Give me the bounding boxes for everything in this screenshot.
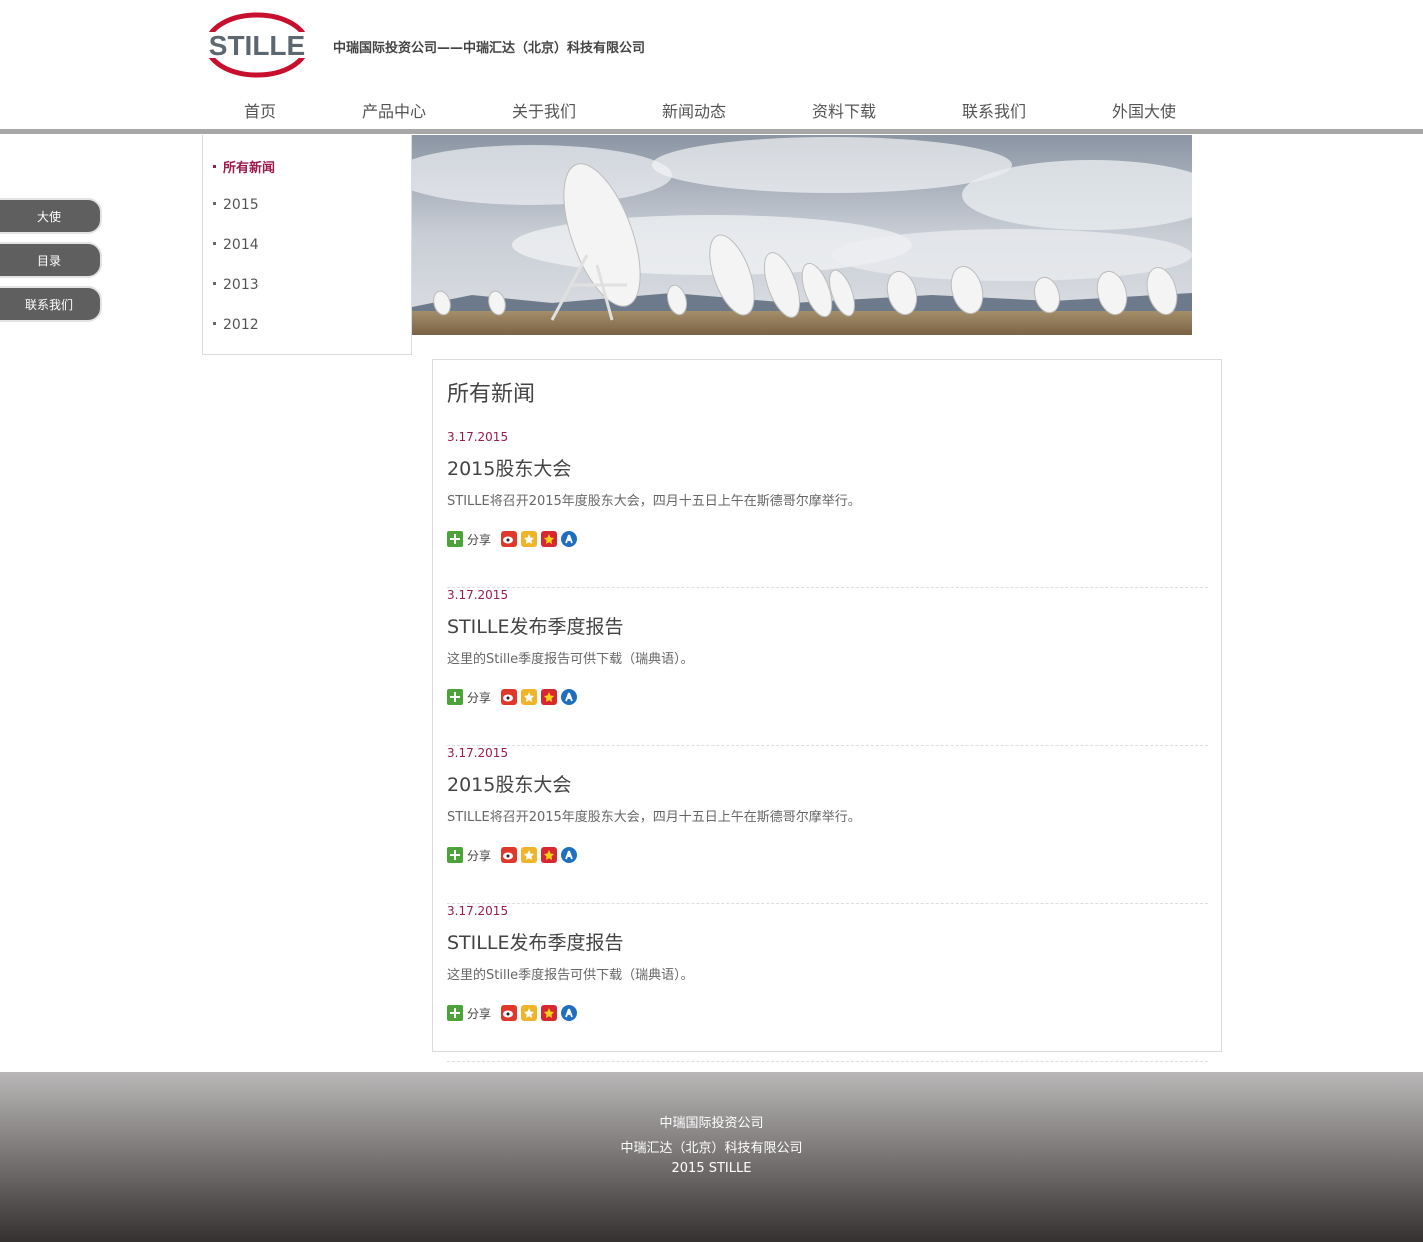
footer-company-1: 中瑞国际投资公司 [659, 1116, 764, 1131]
qzone-icon[interactable] [521, 689, 538, 705]
nav-contact[interactable]: 联系我们 [962, 98, 1026, 122]
category-label: 2012 [223, 317, 259, 333]
share-bar: 分享 [447, 688, 581, 706]
news-summary: STILLE将召开2015年度股东大会，四月十五日上午在斯德哥尔摩举行。 [447, 494, 861, 509]
category-2015[interactable]: 2015 [213, 197, 259, 213]
news-date: 3.17.2015 [447, 746, 509, 760]
news-summary: 这里的Stille季度报告可供下载（瑞典语）。 [447, 652, 694, 667]
share-label[interactable]: 分享 [467, 531, 491, 548]
share-bar: 分享 [447, 1004, 581, 1022]
news-item: 3.17.2015 STILLE发布季度报告 这里的Stille季度报告可供下载… [447, 904, 1208, 1062]
weibo-icon[interactable] [501, 531, 518, 547]
category-label: 2013 [223, 277, 259, 293]
category-all-news[interactable]: 所有新闻 [213, 157, 275, 176]
nav-home[interactable]: 首页 [244, 98, 276, 122]
news-item: 3.17.2015 STILLE发布季度报告 这里的Stille季度报告可供下载… [447, 588, 1208, 746]
category-2012[interactable]: 2012 [213, 317, 259, 333]
main-nav: 首页 产品中心 关于我们 新闻动态 资料下载 联系我们 外国大使 [0, 98, 1423, 122]
qzone-icon[interactable] [521, 847, 538, 863]
bullet-icon [213, 281, 216, 285]
footer: 中瑞国际投资公司 中瑞汇达（北京）科技有限公司 2015 STILLE [0, 1072, 1423, 1242]
logo-text: STILLE [209, 30, 305, 61]
news-item: 3.17.2015 2015股东大会 STILLE将召开2015年度股东大会，四… [447, 746, 1208, 904]
share-bar: 分享 [447, 530, 581, 548]
category-label: 所有新闻 [223, 161, 276, 176]
news-category-menu: 所有新闻 2015 2014 2013 2012 [202, 135, 412, 355]
category-label: 2015 [223, 197, 259, 213]
news-date: 3.17.2015 [447, 430, 509, 444]
category-2013[interactable]: 2013 [213, 277, 259, 293]
share-plus-icon[interactable] [447, 531, 463, 547]
nav-products[interactable]: 产品中心 [362, 98, 426, 122]
news-heading-link[interactable]: STILLE发布季度报告 [447, 612, 623, 639]
tencent-weibo-icon[interactable] [541, 1005, 558, 1021]
qzone-icon[interactable] [521, 1005, 538, 1021]
footer-copyright: 2015 STILLE [671, 1161, 752, 1176]
nav-ambassador[interactable]: 外国大使 [1112, 98, 1176, 122]
side-button-label: 目录 [36, 253, 61, 268]
bullet-icon [213, 241, 216, 245]
nav-downloads[interactable]: 资料下载 [812, 98, 876, 122]
news-date: 3.17.2015 [447, 588, 509, 602]
news-heading-link[interactable]: 2015股东大会 [447, 770, 571, 797]
renren-icon[interactable] [561, 847, 578, 863]
category-2014[interactable]: 2014 [213, 237, 259, 253]
footer-company-2: 中瑞汇达（北京）科技有限公司 [620, 1141, 803, 1156]
news-item: 3.17.2015 2015股东大会 STILLE将召开2015年度股东大会，四… [447, 430, 1208, 588]
tencent-weibo-icon[interactable] [541, 847, 558, 863]
tencent-weibo-icon[interactable] [541, 689, 558, 705]
header: STILLE 中瑞国际投资公司——中瑞汇达（北京）科技有限公司 首页 产品中心 … [0, 0, 1423, 135]
nav-about[interactable]: 关于我们 [512, 98, 576, 122]
share-plus-icon[interactable] [447, 689, 463, 705]
side-button-label: 大使 [36, 209, 61, 224]
renren-icon[interactable] [561, 1005, 578, 1021]
news-heading-link[interactable]: STILLE发布季度报告 [447, 928, 623, 955]
nav-divider [0, 129, 1423, 134]
share-plus-icon[interactable] [447, 1005, 463, 1021]
bullet-icon [213, 321, 216, 325]
share-bar: 分享 [447, 846, 581, 864]
weibo-icon[interactable] [501, 689, 518, 705]
company-name: 中瑞国际投资公司——中瑞汇达（北京）科技有限公司 [333, 41, 646, 56]
side-button-label: 联系我们 [24, 297, 73, 312]
renren-icon[interactable] [561, 531, 578, 547]
bullet-icon [213, 165, 216, 168]
bullet-icon [213, 201, 216, 205]
qzone-icon[interactable] [521, 531, 538, 547]
renren-icon[interactable] [561, 689, 578, 705]
news-summary: 这里的Stille季度报告可供下载（瑞典语）。 [447, 968, 694, 983]
stille-logo[interactable]: STILLE [200, 12, 314, 78]
nav-news[interactable]: 新闻动态 [662, 98, 726, 122]
weibo-icon[interactable] [501, 1005, 518, 1021]
news-summary: STILLE将召开2015年度股东大会，四月十五日上午在斯德哥尔摩举行。 [447, 810, 861, 825]
share-plus-icon[interactable] [447, 847, 463, 863]
category-label: 2014 [223, 237, 259, 253]
share-label[interactable]: 分享 [467, 847, 491, 864]
news-date: 3.17.2015 [447, 904, 509, 918]
side-button-ambassador[interactable]: 大使 [0, 200, 100, 232]
banner-image [412, 135, 1192, 335]
side-button-catalog[interactable]: 目录 [0, 244, 100, 276]
share-label[interactable]: 分享 [467, 1005, 491, 1022]
news-section-title: 所有新闻 [447, 382, 536, 407]
share-label[interactable]: 分享 [467, 689, 491, 706]
side-button-contact[interactable]: 联系我们 [0, 288, 100, 320]
weibo-icon[interactable] [501, 847, 518, 863]
news-heading-link[interactable]: 2015股东大会 [447, 454, 571, 481]
tencent-weibo-icon[interactable] [541, 531, 558, 547]
news-panel: 所有新闻 3.17.2015 2015股东大会 STILLE将召开2015年度股… [432, 359, 1222, 1062]
